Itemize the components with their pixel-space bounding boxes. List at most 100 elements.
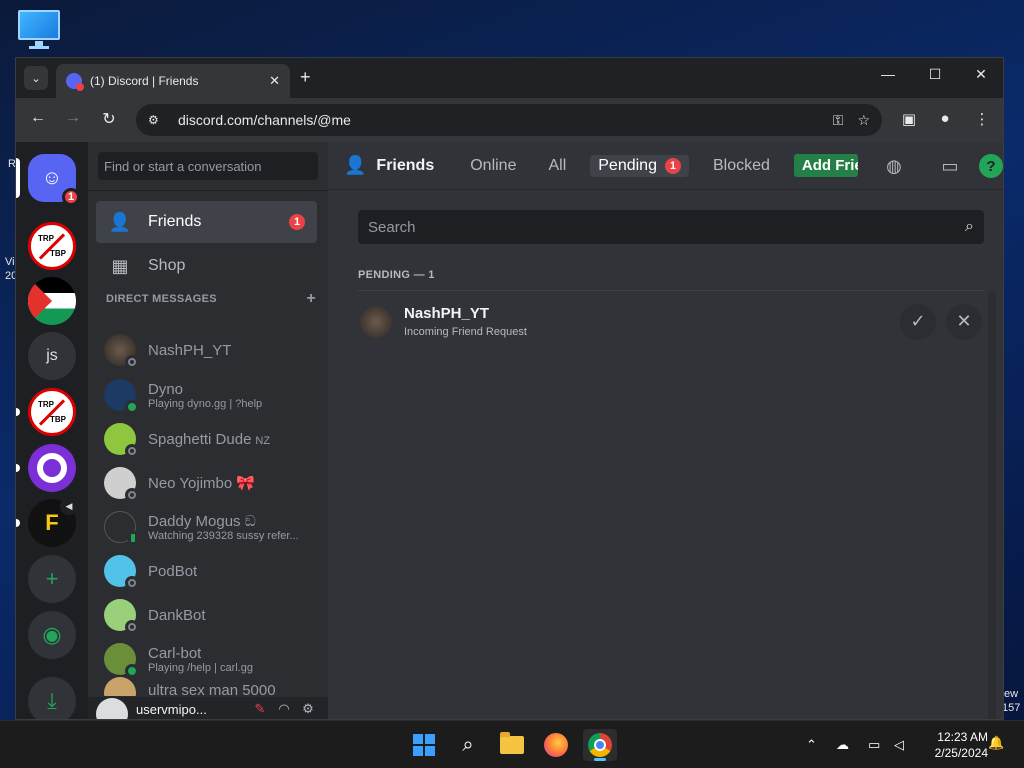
server-js[interactable]: js (28, 332, 76, 380)
maximize-icon[interactable]: ☐ (920, 66, 950, 83)
unread-pill (16, 464, 20, 472)
volume-muted-icon[interactable]: ◁ (894, 737, 904, 753)
dm-item[interactable]: Spaghetti Dude NZ (96, 418, 317, 460)
dm-item[interactable]: PodBot (96, 550, 317, 592)
dm-sidebar: Find or start a conversation 👤 Friends 1… (88, 142, 328, 719)
chrome-icon[interactable] (583, 729, 617, 761)
server-f[interactable]: F ◀ (28, 497, 78, 547)
dm-item[interactable]: Daddy Mogus ඞ Watching 239328 sussy refe… (96, 506, 317, 548)
new-tab-icon[interactable]: + (300, 67, 311, 88)
dm-item[interactable]: NashPH_YT (96, 329, 317, 371)
onedrive-cloud-icon[interactable]: ☁ (836, 737, 849, 753)
tab-all[interactable]: All (540, 155, 574, 177)
add-server-icon[interactable]: + (28, 555, 76, 603)
avatar (104, 511, 138, 545)
sidebar-item-shop[interactable]: ▦ Shop (96, 245, 317, 287)
tab-search-dropdown-icon[interactable]: ⌄ (24, 66, 48, 90)
password-key-icon[interactable]: ⚿ (833, 112, 844, 129)
explore-compass-icon[interactable]: ◉ (28, 611, 76, 659)
accept-check-icon[interactable]: ✓ (900, 303, 936, 340)
close-tab-icon[interactable]: ✕ (269, 73, 280, 89)
dm-item[interactable]: Neo Yojimbo 🎀 (96, 462, 317, 504)
side-panel-icon[interactable]: ▣ (898, 110, 920, 128)
this-pc-desktop-icon[interactable] (18, 10, 60, 50)
file-explorer-icon[interactable] (495, 729, 529, 761)
close-window-icon[interactable]: ✕ (966, 66, 996, 83)
server-trp-tbp-2[interactable]: TRP TBP (28, 388, 76, 436)
server-trp-tbp[interactable]: TRP TBP (28, 222, 76, 270)
user-panel: uservmipo... ✎ ◠ ⚙ (88, 697, 328, 719)
avatar (104, 599, 139, 634)
speaker-icon: ◀ (60, 497, 78, 515)
profile-icon[interactable]: ● (934, 110, 956, 127)
dm-item[interactable]: DankBot (96, 594, 317, 636)
dm-item[interactable]: Dyno Playing dyno.gg | ?help (96, 374, 317, 416)
avatar (104, 643, 139, 678)
create-dm-plus-icon[interactable]: + (306, 291, 316, 307)
avatar (360, 305, 392, 338)
new-group-dm-icon[interactable]: ◍ (882, 154, 906, 178)
download-apps-icon[interactable]: ⤓ (28, 677, 76, 719)
discord-favicon-icon (66, 73, 84, 91)
ignore-close-icon[interactable]: ✕ (946, 303, 982, 340)
network-icon[interactable]: ▭ (868, 737, 880, 753)
browser-window: ⌄ (1) Discord | Friends ✕ + — ☐ ✕ ← → ↻ … (15, 57, 1004, 720)
discord-app: ☺ 1 TRP TBP js TRP TBP F ◀ + ◉ ⤓ Find or… (16, 142, 1003, 719)
inbox-icon[interactable]: ▭ (938, 154, 962, 178)
sidebar-item-friends[interactable]: 👤 Friends 1 (96, 201, 317, 243)
find-conversation-button[interactable]: Find or start a conversation (98, 152, 318, 180)
settings-gear-icon[interactable]: ⚙ (296, 701, 320, 717)
desktop-label-fragment: Vi (5, 256, 15, 268)
menu-kebab-icon[interactable]: ⋮ (971, 110, 993, 128)
address-bar[interactable]: ⚙ discord.com/channels/@me ⚿ ☆ (136, 104, 882, 136)
windows-taskbar: ⌕ ⌃ ☁ ▭ ◁ 12:23 AM 2/25/2024 🔔 (0, 720, 1024, 768)
reload-icon[interactable]: ↻ (98, 109, 120, 129)
clock-date: 2/25/2024 (934, 746, 988, 760)
site-info-icon[interactable]: ⚙ (148, 113, 168, 127)
unread-pill (16, 408, 20, 416)
search-icon[interactable]: ⌕ (451, 729, 485, 761)
tab-blocked[interactable]: Blocked (705, 155, 778, 177)
pending-count-label: PENDING — 1 (358, 269, 435, 281)
avatar (104, 677, 136, 696)
pending-request-row[interactable]: NashPH_YT Incoming Friend Request ✓ ✕ (358, 290, 984, 352)
tab-pending[interactable]: Pending 1 (590, 154, 689, 177)
unread-pill (16, 519, 20, 527)
start-windows-icon[interactable] (407, 729, 441, 761)
dm-item[interactable]: Carl-bot Playing /help | carl.gg (96, 638, 317, 680)
selected-pill (16, 158, 20, 198)
server-palestine-flag[interactable] (28, 277, 76, 325)
bookmark-star-icon[interactable]: ☆ (857, 112, 870, 129)
user-avatar[interactable] (96, 698, 128, 719)
headphones-icon[interactable]: ◠ (272, 701, 296, 717)
desktop-label-fragment: ew (1004, 688, 1019, 700)
scrollbar[interactable] (988, 290, 996, 719)
forward-icon[interactable]: → (62, 109, 84, 127)
add-friend-button[interactable]: Add Friend (793, 154, 858, 177)
notification-bell-icon[interactable]: 🔔 (988, 735, 1004, 751)
shop-icon: ▦ (111, 255, 129, 276)
friends-search-input[interactable]: Search ⌕ (358, 210, 984, 244)
tab-online[interactable]: Online (462, 155, 524, 177)
username[interactable]: uservmipo... (136, 702, 248, 717)
help-icon[interactable]: ? (979, 154, 1003, 178)
tray-chevron-up-icon[interactable]: ⌃ (806, 737, 817, 753)
avatar (104, 467, 139, 502)
discord-home-icon[interactable]: ☺ 1 (28, 154, 80, 206)
url-text: discord.com/channels/@me (178, 112, 351, 128)
direct-messages-header: DIRECT MESSAGES + (106, 290, 316, 307)
back-icon[interactable]: ← (27, 109, 49, 127)
dm-item[interactable]: ultra sex man 5000 (96, 676, 317, 696)
firefox-icon[interactable] (539, 729, 573, 761)
desktop-label-fragment: 157 (1002, 702, 1021, 714)
minimize-icon[interactable]: — (873, 66, 903, 82)
taskbar-clock[interactable]: 12:23 AM 2/25/2024 (918, 729, 988, 761)
server-film-reel[interactable] (28, 444, 76, 492)
page-title: Friends (376, 156, 435, 174)
avatar (104, 379, 139, 414)
browser-toolbar: ← → ↻ ⚙ discord.com/channels/@me ⚿ ☆ ▣ ●… (16, 98, 1003, 142)
pending-badge: 1 (664, 157, 681, 174)
clock-time: 12:23 AM (937, 730, 988, 744)
mic-muted-icon[interactable]: ✎ (248, 701, 272, 717)
browser-tab-discord[interactable]: (1) Discord | Friends ✕ (56, 64, 290, 98)
